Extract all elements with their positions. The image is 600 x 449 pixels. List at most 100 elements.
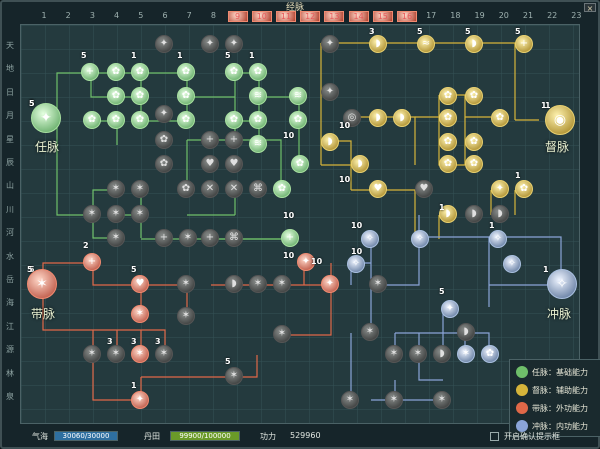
gold-acupoint-node[interactable]: ✿ [465,133,483,151]
green-acupoint-node[interactable]: ✿ [83,111,101,129]
green-acupoint-node[interactable]: ✿ [273,180,291,198]
gray-acupoint-node[interactable]: ◗ [457,323,475,341]
gray-acupoint-node[interactable]: ✶ [385,391,403,409]
blue-acupoint-node[interactable]: ✧ [503,255,521,273]
red-acupoint-node[interactable]: ♥ [131,275,149,293]
gold-acupoint-node[interactable]: ✿ [465,87,483,105]
blue-acupoint-node[interactable]: ✧ [347,255,365,273]
green-acupoint-node[interactable]: ✿ [107,87,125,105]
gray-acupoint-node[interactable]: ✶ [433,391,451,409]
green-acupoint-node[interactable]: ✿ [291,155,309,173]
gray-acupoint-node[interactable]: ♥ [201,155,219,173]
green-acupoint-node[interactable]: ✿ [177,111,195,129]
gold-acupoint-node[interactable]: ✿ [439,155,457,173]
gray-acupoint-node[interactable]: ✶ [107,205,125,223]
green-acupoint-node[interactable]: ✿ [225,111,243,129]
green-acupoint-node[interactable]: ✿ [131,87,149,105]
gray-acupoint-node[interactable]: ✦ [321,83,339,101]
gray-acupoint-node[interactable]: ✶ [107,345,125,363]
gray-acupoint-node[interactable]: + [201,131,219,149]
gold-acupoint-node[interactable]: ✿ [515,180,533,198]
du-meridian-hub[interactable]: ◉ [545,105,575,135]
gray-acupoint-node[interactable]: ♥ [225,155,243,173]
gray-acupoint-node[interactable]: ⌘ [249,180,267,198]
gray-acupoint-node[interactable]: ✕ [201,180,219,198]
green-acupoint-node[interactable]: ≋ [249,87,267,105]
gray-acupoint-node[interactable]: ♥ [415,180,433,198]
gray-acupoint-node[interactable]: + [155,229,173,247]
gold-acupoint-node[interactable]: ◗ [369,109,387,127]
gray-acupoint-node[interactable]: ✶ [177,275,195,293]
gray-acupoint-node[interactable]: ✶ [273,275,291,293]
red-acupoint-node[interactable]: ✦ [321,275,339,293]
gray-acupoint-node[interactable]: ◗ [465,205,483,223]
gray-acupoint-node[interactable]: ✶ [107,180,125,198]
gray-acupoint-node[interactable]: ✿ [155,155,173,173]
gray-acupoint-node[interactable]: ◗ [433,345,451,363]
gray-acupoint-node[interactable]: ✿ [177,180,195,198]
chong-meridian-hub[interactable]: ✧ [547,269,577,299]
gold-acupoint-node[interactable]: ◗ [393,109,411,127]
gray-acupoint-node[interactable]: ✶ [361,323,379,341]
gray-acupoint-node[interactable]: ✶ [341,391,359,409]
gold-acupoint-node[interactable]: ✿ [491,109,509,127]
gray-acupoint-node[interactable]: ✕ [225,180,243,198]
gray-acupoint-node[interactable]: ✶ [179,229,197,247]
gray-acupoint-node[interactable]: ✶ [107,229,125,247]
gray-acupoint-node[interactable]: ✶ [249,275,267,293]
blue-acupoint-node[interactable]: ✧ [411,230,429,248]
gray-acupoint-node[interactable]: + [225,131,243,149]
gray-acupoint-node[interactable]: ✶ [131,205,149,223]
gold-acupoint-node[interactable]: ◗ [369,35,387,53]
gray-acupoint-node[interactable]: ✦ [155,35,173,53]
gold-acupoint-node[interactable]: + [515,35,533,53]
gray-acupoint-node[interactable]: ✶ [385,345,403,363]
gray-acupoint-node[interactable]: ✶ [225,367,243,385]
green-acupoint-node[interactable]: ✿ [225,63,243,81]
green-acupoint-node[interactable]: ✿ [107,63,125,81]
green-acupoint-node[interactable]: ✿ [177,87,195,105]
gray-acupoint-node[interactable]: ✶ [131,180,149,198]
green-acupoint-node[interactable]: + [281,229,299,247]
red-acupoint-node[interactable]: ✶ [131,305,149,323]
gold-acupoint-node[interactable]: ≈ [417,35,435,53]
gray-acupoint-node[interactable]: ✶ [409,345,427,363]
green-acupoint-node[interactable]: + [81,63,99,81]
gold-acupoint-node[interactable]: ◗ [351,155,369,173]
gold-acupoint-node[interactable]: ✿ [439,133,457,151]
gray-acupoint-node[interactable]: ✿ [155,131,173,149]
blue-acupoint-node[interactable]: ✶ [457,345,475,363]
blue-acupoint-node[interactable]: ✿ [481,345,499,363]
green-acupoint-node[interactable]: ✿ [289,111,307,129]
green-acupoint-node[interactable]: ✿ [107,111,125,129]
blue-acupoint-node[interactable]: ✦ [441,300,459,318]
gray-acupoint-node[interactable]: ✦ [155,105,173,123]
gray-acupoint-node[interactable]: ✶ [83,205,101,223]
green-acupoint-node[interactable]: ≋ [289,87,307,105]
green-acupoint-node[interactable]: ✿ [249,63,267,81]
gold-acupoint-node[interactable]: ◗ [465,35,483,53]
gray-acupoint-node[interactable]: ✦ [201,35,219,53]
gray-acupoint-node[interactable]: ✶ [273,325,291,343]
gray-acupoint-node[interactable]: ⌘ [225,229,243,247]
gold-acupoint-node[interactable]: ✿ [439,109,457,127]
confirm-checkbox[interactable] [490,432,499,441]
gold-acupoint-node[interactable]: ✿ [465,155,483,173]
gray-acupoint-node[interactable]: ◗ [225,275,243,293]
gray-acupoint-node[interactable]: ✶ [155,345,173,363]
gray-acupoint-node[interactable]: ✦ [321,35,339,53]
green-acupoint-node[interactable]: ✿ [177,63,195,81]
gold-acupoint-node[interactable]: ✦ [491,180,509,198]
green-acupoint-node[interactable]: ✿ [131,111,149,129]
green-acupoint-node[interactable]: ✿ [249,111,267,129]
gray-acupoint-node[interactable]: ✶ [177,307,195,325]
blue-acupoint-node[interactable]: ✧ [489,230,507,248]
green-acupoint-node[interactable]: ✿ [131,63,149,81]
gray-acupoint-node[interactable]: ✶ [83,345,101,363]
ren-meridian-hub[interactable]: ✦ [31,103,61,133]
blue-acupoint-node[interactable]: ✧ [361,230,379,248]
gold-acupoint-node[interactable]: ✿ [439,87,457,105]
red-acupoint-node[interactable]: ✦ [131,391,149,409]
gold-acupoint-node[interactable]: ♥ [369,180,387,198]
red-acupoint-node[interactable]: + [83,253,101,271]
